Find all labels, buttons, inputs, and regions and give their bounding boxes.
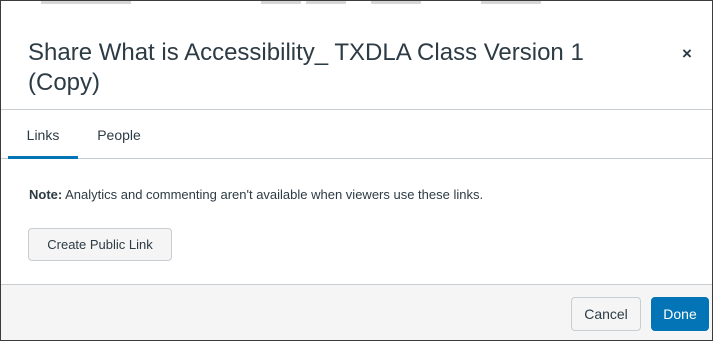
create-public-link-button[interactable]: Create Public Link — [28, 228, 172, 261]
cancel-button[interactable]: Cancel — [571, 297, 641, 331]
links-note: Note: Analytics and commenting aren't av… — [29, 187, 483, 202]
note-label: Note: — [29, 187, 63, 202]
close-button[interactable]: × — [675, 42, 699, 66]
dialog-title: Share What is Accessibility_ TXDLA Class… — [28, 39, 584, 96]
dialog-footer: Cancel Done — [1, 284, 712, 340]
close-icon[interactable]: × — [682, 44, 692, 64]
tab-links[interactable]: Links — [8, 111, 78, 159]
share-tabs: Links People — [1, 111, 712, 159]
dialog-header: Share What is Accessibility_ TXDLA Class… — [1, 7, 712, 110]
tab-people[interactable]: People — [81, 111, 157, 158]
note-text: Analytics and commenting aren't availabl… — [62, 187, 484, 202]
done-button[interactable]: Done — [651, 297, 709, 331]
share-dialog: Share What is Accessibility_ TXDLA Class… — [0, 0, 713, 341]
